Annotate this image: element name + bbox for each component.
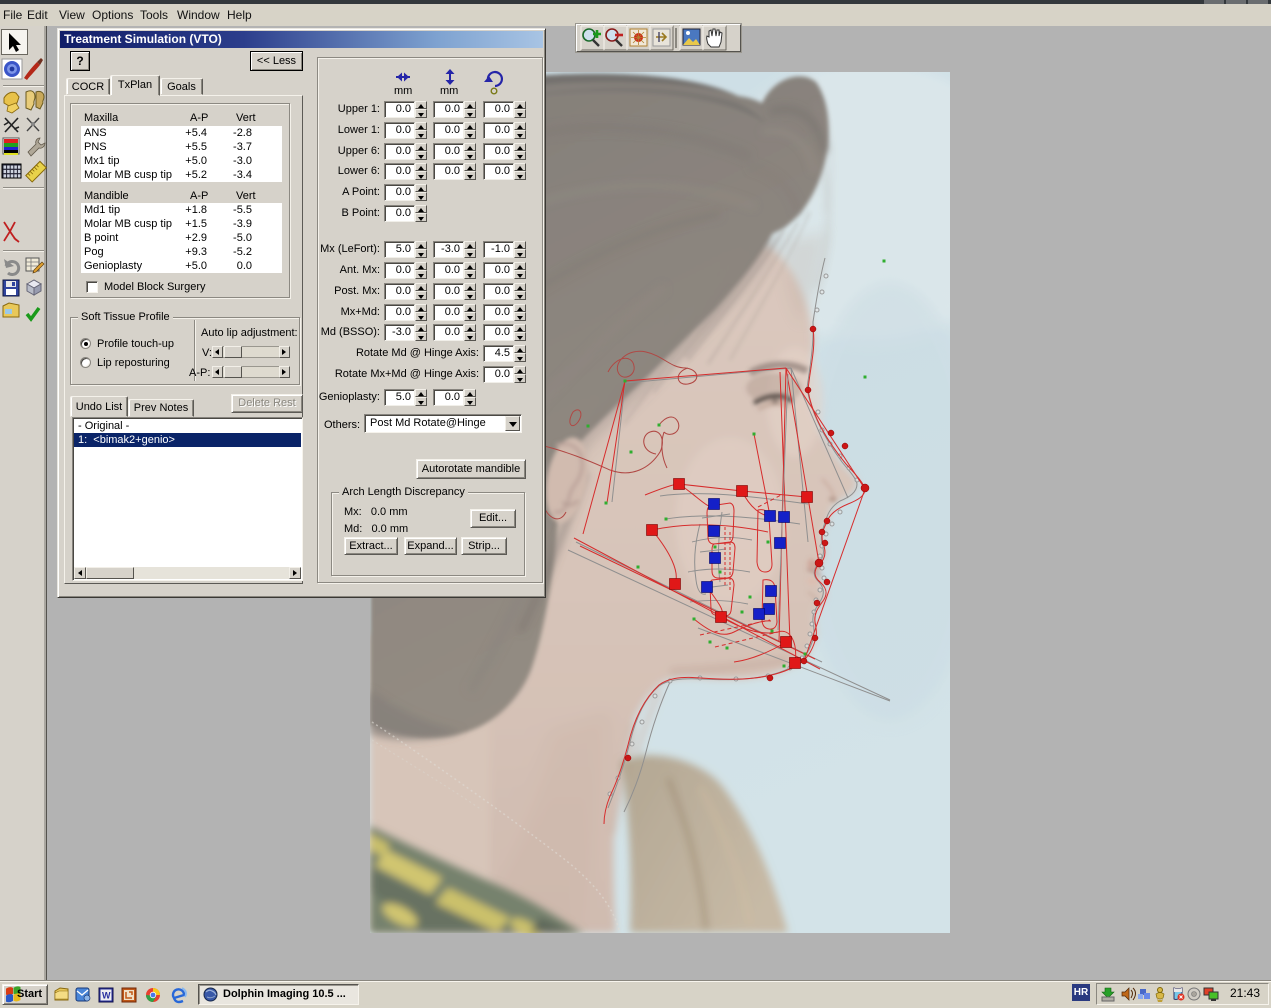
svg-text:W: W: [102, 991, 111, 1001]
